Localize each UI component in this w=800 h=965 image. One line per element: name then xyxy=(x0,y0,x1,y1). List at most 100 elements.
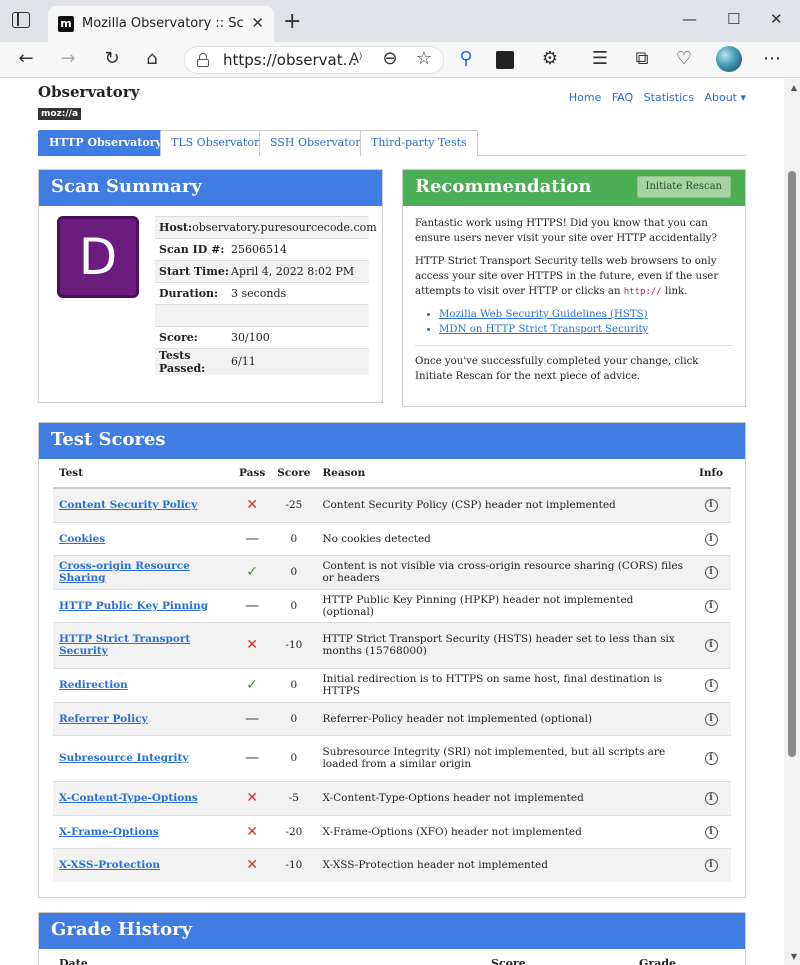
test-name-link[interactable]: Content Security Policy xyxy=(53,487,233,522)
summary-row: Start Time: April 4, 2022 8:02 PM xyxy=(155,260,369,282)
test-reason: Content is not visible via cross-origin … xyxy=(316,554,691,589)
table-row: Cookies —0 No cookies detected i xyxy=(53,521,731,555)
nav-faq[interactable]: FAQ xyxy=(612,91,633,104)
back-icon[interactable]: ← xyxy=(14,48,38,69)
profile-avatar[interactable] xyxy=(716,46,742,72)
maximize-icon[interactable]: ☐ xyxy=(727,10,740,28)
scroll-up-icon[interactable]: ▲ xyxy=(791,83,797,92)
grade-history-col-grade: Grade xyxy=(639,957,677,965)
scroll-thumb[interactable] xyxy=(788,171,796,757)
site-logo[interactable]: Observatory moz://a xyxy=(38,83,139,120)
lock-icon[interactable] xyxy=(197,53,209,67)
summary-value: observatory.puresourcecode.com xyxy=(192,220,377,234)
info-icon[interactable]: i xyxy=(704,792,718,805)
table-row: Referrer Policy —0 Referrer-Policy header … xyxy=(53,701,731,735)
info-icon[interactable]: i xyxy=(704,639,718,652)
page-content: Observatory moz://a Home FAQ Statistics … xyxy=(0,79,784,965)
nav-about[interactable]: About ▾ xyxy=(704,91,746,104)
test-name-link[interactable]: X-Content-Type-Options xyxy=(53,780,233,815)
info-icon[interactable]: i xyxy=(704,499,718,513)
test-score: -10 xyxy=(271,847,317,882)
link-mdn-hsts[interactable]: MDN on HTTP Strict Transport Security xyxy=(439,322,733,337)
extensions-icon[interactable]: ⚙ xyxy=(538,48,562,69)
not-applicable-icon: — xyxy=(233,701,272,735)
not-applicable-icon: — xyxy=(233,588,272,622)
link-mozilla-web-security-guidelines[interactable]: Mozilla Web Security Guidelines (HSTS) xyxy=(439,307,733,322)
search-icon[interactable]: ⚲ xyxy=(454,48,478,69)
add-favorite-icon[interactable]: ☆ xyxy=(412,48,436,69)
new-tab-icon[interactable]: + xyxy=(283,9,301,34)
test-name-link[interactable]: Cross-origin Resource Sharing xyxy=(53,554,233,589)
info-icon[interactable]: i xyxy=(704,532,718,546)
test-name-link[interactable]: X-XSS-Protection xyxy=(53,847,233,882)
more-menu-icon[interactable]: ⋯ xyxy=(760,48,784,69)
info-cell: i xyxy=(691,521,731,555)
summary-row: Score: 30/100 xyxy=(155,326,369,348)
address-bar[interactable]: https://observat... xyxy=(184,46,444,74)
info-icon[interactable]: i xyxy=(704,752,718,765)
read-aloud-icon[interactable]: A⁾ xyxy=(344,51,368,67)
summary-key: Start Time: xyxy=(159,265,229,278)
selenium-extension-icon[interactable] xyxy=(496,51,514,69)
table-header-row: Test Pass Score Reason Info xyxy=(53,459,731,489)
url-text[interactable]: https://observat... xyxy=(223,51,357,69)
test-reason: HTTP Strict Transport Security (HSTS) he… xyxy=(316,621,691,668)
home-icon[interactable]: ⌂ xyxy=(140,48,164,69)
initiate-rescan-button[interactable]: Initiate Rescan xyxy=(636,176,731,198)
info-icon[interactable]: i xyxy=(704,712,718,726)
info-icon[interactable]: i xyxy=(704,825,718,839)
test-reason: No cookies detected xyxy=(316,521,691,555)
test-reason: Content Security Policy (CSP) header not… xyxy=(316,487,691,522)
info-cell: i xyxy=(691,780,731,815)
window-close-icon[interactable]: ✕ xyxy=(770,10,783,28)
tab-third-party-tests[interactable]: Third-party Tests xyxy=(360,130,478,156)
close-tab-icon[interactable]: ✕ xyxy=(251,14,264,32)
browser-tab[interactable]: m Mozilla Observatory :: Scan Resul ✕ xyxy=(48,6,274,42)
test-name-link[interactable]: HTTP Strict Transport Security xyxy=(53,621,233,668)
summary-key: Host: xyxy=(159,221,193,234)
collections-icon[interactable]: ⧉ xyxy=(630,48,654,69)
col-score: Score xyxy=(271,459,317,489)
nav-home[interactable]: Home xyxy=(569,91,601,104)
test-scores-title: Test Scores xyxy=(39,423,745,459)
fail-icon: ✕ xyxy=(233,487,272,522)
summary-row: Tests Passed: 6/11 xyxy=(155,348,369,375)
tab-actions-icon[interactable] xyxy=(12,12,30,28)
table-row: Redirection ✓ 0 Initial redirection is to H… xyxy=(53,667,731,702)
test-name-link[interactable]: Referrer Policy xyxy=(53,701,233,735)
nav-statistics[interactable]: Statistics xyxy=(644,91,694,104)
info-icon[interactable]: i xyxy=(704,599,718,613)
test-name-link[interactable]: Subresource Integrity xyxy=(53,734,233,781)
page-scrollbar[interactable]: ▲ ▼ xyxy=(784,79,800,965)
tab-http-observatory[interactable]: HTTP Observatory xyxy=(38,130,173,156)
info-icon[interactable]: i xyxy=(704,859,718,873)
grade-badge: D xyxy=(57,216,139,298)
summary-value: April 4, 2022 8:02 PM xyxy=(231,264,355,278)
test-score: 0 xyxy=(271,734,317,781)
forward-icon[interactable]: → xyxy=(56,48,80,69)
zoom-icon[interactable]: ⊖ xyxy=(378,48,402,69)
favorites-icon[interactable]: ☰ xyxy=(588,48,612,69)
fail-icon: ✕ xyxy=(233,847,272,882)
info-icon[interactable]: i xyxy=(704,566,718,579)
grade-history-title: Grade History xyxy=(39,913,745,949)
test-name-link[interactable]: Redirection xyxy=(53,667,233,702)
info-icon[interactable]: i xyxy=(704,679,718,692)
summary-row: Duration: 3 seconds xyxy=(155,282,369,304)
test-name-link[interactable]: Cookies xyxy=(53,521,233,555)
table-row: Content Security Policy ✕ -25 Content Secur… xyxy=(53,487,731,522)
refresh-icon[interactable]: ↻ xyxy=(100,48,124,69)
scan-summary-title: Scan Summary xyxy=(39,170,382,206)
table-row: Cross-origin Resource Sharing ✓ 0 Content i… xyxy=(53,554,731,589)
recommendation-header: Recommendation Initiate Rescan xyxy=(403,170,745,206)
scroll-down-icon[interactable]: ▼ xyxy=(791,952,797,961)
browser-essentials-icon[interactable]: ♡ xyxy=(672,48,696,69)
info-cell: i xyxy=(691,847,731,882)
recommendation-hsts-text: HTTP Strict Transport Security tells web… xyxy=(415,256,719,297)
recommendation-footer: Once you've successfully completed your … xyxy=(415,356,699,382)
minimize-icon[interactable]: — xyxy=(682,10,697,28)
table-row: HTTP Public Key Pinning —0 HTTP Public Key… xyxy=(53,588,731,622)
col-pass: Pass xyxy=(233,459,272,489)
test-name-link[interactable]: X-Frame-Options xyxy=(53,814,233,848)
test-name-link[interactable]: HTTP Public Key Pinning xyxy=(53,588,233,622)
